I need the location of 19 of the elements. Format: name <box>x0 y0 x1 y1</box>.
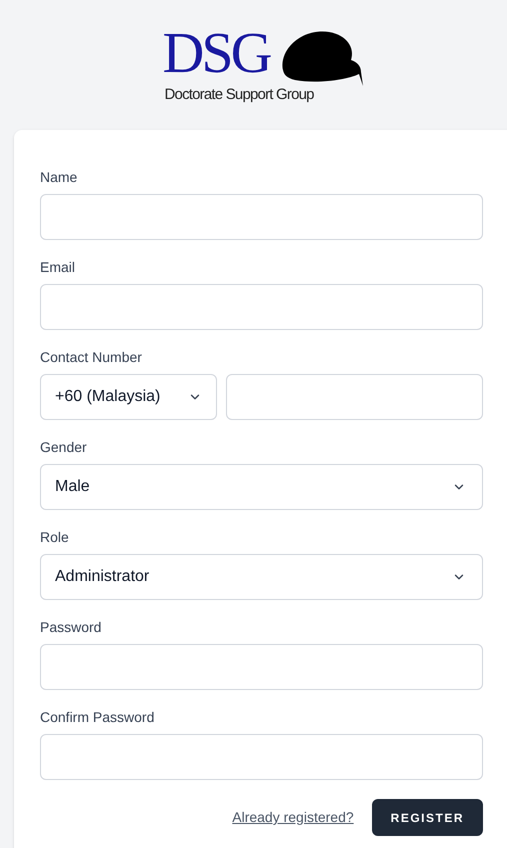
field-label: Gender <box>40 438 88 456</box>
field-label: Password <box>40 618 102 636</box>
input-field[interactable] <box>40 644 483 690</box>
logo-initials: DSG <box>162 24 270 82</box>
register-button[interactable]: REGISTER <box>372 799 483 836</box>
input-field[interactable] <box>40 734 483 780</box>
field-label: Contact Number <box>40 348 143 366</box>
field-label: Confirm Password <box>40 708 156 726</box>
dropdown[interactable]: Administrator <box>40 554 483 600</box>
country-code-dropdown[interactable]: +60 (Malaysia) <box>40 374 217 420</box>
field-label: Name <box>40 168 78 186</box>
field-label: Role <box>40 528 70 546</box>
phone-input-field[interactable] <box>226 374 483 420</box>
input-field[interactable] <box>40 194 483 240</box>
field-label: Email <box>40 258 76 276</box>
dropdown[interactable]: Male <box>40 464 483 510</box>
logo-name: Doctorate Support Group <box>164 86 314 104</box>
input-field[interactable] <box>40 284 483 330</box>
login-link[interactable]: Already registered? <box>232 807 354 828</box>
